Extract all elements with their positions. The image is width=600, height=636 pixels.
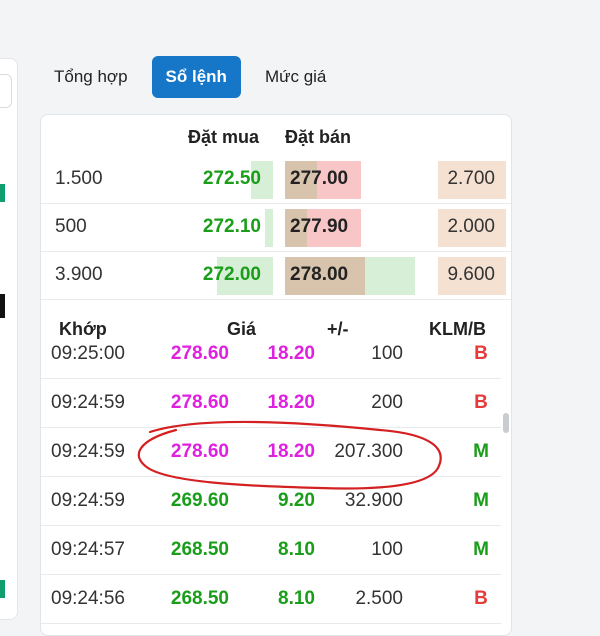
trade-row: 09:25:00 278.60 18.20 100 B [41, 345, 501, 379]
sell-qty: 2.700 [447, 168, 495, 189]
adjacent-marker [0, 580, 5, 598]
buy-qty: 500 [55, 216, 87, 237]
tab-order-book[interactable]: Sổ lệnh [151, 56, 241, 98]
trade-time: 09:25:00 [51, 345, 125, 364]
trade-price: 278.60 [170, 392, 229, 413]
trade-volume: 200 [371, 392, 403, 413]
trade-row: 09:24:59 278.60 18.20 200 B [41, 378, 501, 428]
trade-price: 269.60 [170, 490, 229, 511]
trade-change: 8.10 [278, 588, 315, 609]
sell-qty: 9.600 [447, 264, 495, 285]
trade-side: B [474, 345, 488, 364]
sell-header: Đặt bán [285, 127, 352, 147]
trade-change: 18.20 [267, 441, 315, 462]
sell-price[interactable]: 277.90 [290, 203, 348, 251]
trade-price: 268.50 [170, 588, 229, 609]
adjacent-marker [0, 294, 5, 318]
change-header: +/- [327, 319, 349, 339]
adjacent-panel-edge [0, 58, 18, 620]
adjacent-input-edge[interactable] [0, 74, 12, 108]
trade-row: 09:24:59 269.60 9.20 32.900 M [41, 476, 501, 526]
trades-list[interactable]: 09:25:00 278.60 18.20 100 B 09:24:59 278… [41, 345, 511, 635]
trade-row: 09:24:59 278.60 18.20 207.300 M [41, 427, 501, 477]
trade-time: 09:24:57 [51, 539, 125, 560]
trade-price: 268.50 [170, 539, 229, 560]
sell-price[interactable]: 278.00 [290, 251, 348, 299]
volume-side-header: KLM/B [429, 319, 486, 339]
trade-side: M [473, 539, 489, 560]
trade-volume: 2.500 [355, 588, 403, 609]
trade-change: 18.20 [267, 392, 315, 413]
time-header: Khớp [59, 319, 107, 339]
tab-price-levels[interactable]: Mức giá [251, 56, 340, 98]
order-book-row: 3.900 272.00 278.00 9.600 [41, 251, 511, 300]
trade-time: 09:24:59 [51, 490, 125, 511]
trade-price: 278.60 [170, 345, 229, 364]
buy-volume-bar [265, 209, 273, 247]
trade-side: B [474, 588, 488, 609]
trade-volume: 32.900 [344, 490, 403, 511]
trade-row: 09:24:56 268.50 8.10 2.500 B [41, 574, 501, 624]
trade-volume: 207.300 [334, 441, 403, 462]
trade-time: 09:24:56 [51, 588, 125, 609]
trade-side: B [474, 392, 488, 413]
trade-side: M [473, 441, 489, 462]
order-book-row: 500 272.10 277.90 2.000 [41, 203, 511, 252]
order-book-header: Đặt mua Đặt bán [41, 127, 511, 157]
tab-bar: Tổng hợp Sổ lệnh Mức giá [40, 56, 340, 98]
trade-side: M [473, 490, 489, 511]
trade-change: 18.20 [267, 345, 315, 364]
buy-qty: 3.900 [55, 264, 103, 285]
trade-row: 09:24:57 268.50 8.10 100 M [41, 525, 501, 575]
buy-header: Đặt mua [188, 127, 260, 147]
trade-change: 9.20 [278, 490, 315, 511]
trade-time: 09:24:59 [51, 441, 125, 462]
buy-price[interactable]: 272.50 [171, 155, 261, 203]
trades-scrollbar-thumb[interactable] [503, 413, 509, 433]
order-book-card: Đặt mua Đặt bán 1.500 272.50 277.00 2.70… [40, 114, 512, 636]
trade-time: 09:24:59 [51, 392, 125, 413]
sell-price-bg [365, 257, 415, 295]
buy-price[interactable]: 272.10 [171, 203, 261, 251]
buy-qty: 1.500 [55, 168, 103, 189]
trade-price: 278.60 [170, 441, 229, 462]
buy-price[interactable]: 272.00 [171, 251, 261, 299]
tab-summary[interactable]: Tổng hợp [40, 56, 142, 98]
trade-change: 8.10 [278, 539, 315, 560]
adjacent-marker [0, 184, 5, 202]
trade-volume: 100 [371, 539, 403, 560]
price-header: Giá [227, 319, 257, 339]
sell-qty: 2.000 [447, 216, 495, 237]
trade-volume: 100 [371, 345, 403, 364]
sell-price[interactable]: 277.00 [290, 155, 348, 203]
order-book-row: 1.500 272.50 277.00 2.700 [41, 155, 511, 204]
